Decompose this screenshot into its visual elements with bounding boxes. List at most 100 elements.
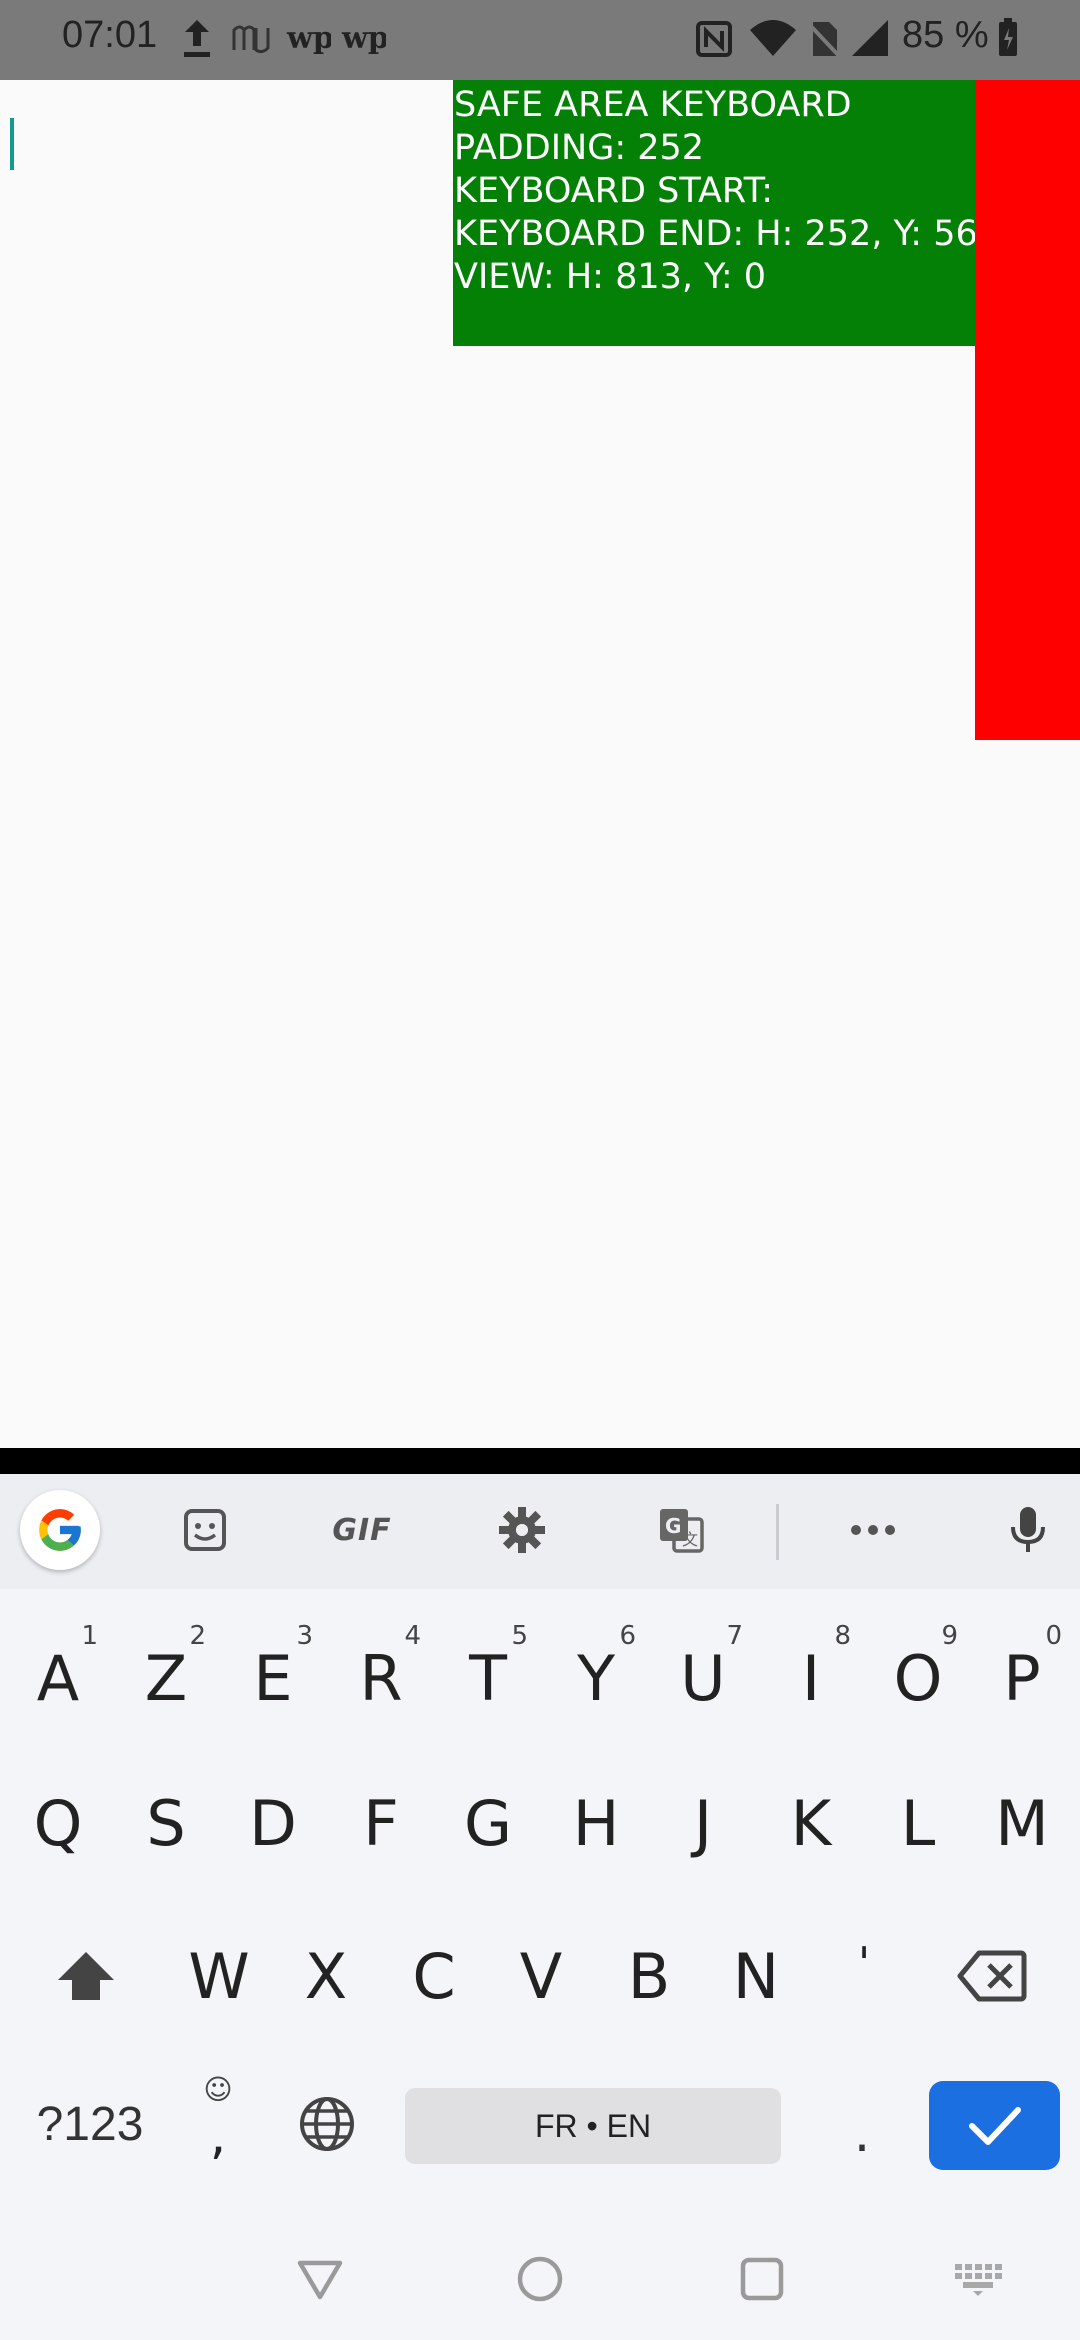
svg-text:wp: wp — [341, 21, 386, 56]
gif-label: GIF — [332, 1512, 392, 1548]
upload-icon — [180, 16, 214, 62]
key-m[interactable]: M — [968, 1764, 1076, 1882]
key-label: F — [363, 1786, 399, 1860]
svg-text:文: 文 — [682, 1530, 698, 1549]
key-label: W — [188, 1939, 250, 2013]
mic-icon[interactable] — [988, 1494, 1068, 1566]
key-t[interactable]: 5T — [434, 1611, 542, 1729]
language-key[interactable] — [272, 2074, 382, 2174]
more-icon[interactable] — [833, 1494, 913, 1566]
backspace-key[interactable] — [936, 1917, 1048, 2035]
status-bar: 07:01 wp wp 85 % — [0, 0, 1080, 80]
key-x[interactable]: X — [272, 1917, 380, 2035]
key-label: ' — [857, 1937, 871, 1989]
google-icon[interactable] — [20, 1490, 100, 1570]
svg-text:G: G — [665, 1514, 681, 1538]
key-hint: 4 — [404, 1621, 421, 1651]
key-label: Z — [144, 1641, 188, 1715]
sticker-icon[interactable] — [165, 1494, 245, 1566]
key-u[interactable]: 7U — [649, 1611, 757, 1729]
globe-icon — [300, 2097, 354, 2151]
key-label: U — [680, 1641, 726, 1715]
key-label: V — [519, 1939, 563, 2013]
symbols-key[interactable]: ?123 — [20, 2074, 160, 2174]
status-time: 07:01 — [62, 14, 158, 56]
recents-icon[interactable] — [727, 2244, 797, 2314]
key-label: N — [732, 1939, 780, 2013]
key-hint: 5 — [511, 1621, 528, 1651]
key-hint: 2 — [189, 1621, 206, 1651]
key-e[interactable]: 3E — [219, 1611, 327, 1729]
key-j[interactable]: J — [649, 1764, 757, 1882]
signal-icon — [850, 16, 890, 62]
key-k[interactable]: K — [757, 1764, 865, 1882]
key-label: M — [995, 1786, 1049, 1860]
key-label: L — [900, 1786, 936, 1860]
key-label: H — [572, 1786, 620, 1860]
key-z[interactable]: 2Z — [112, 1611, 220, 1729]
info-line-view: VIEW: H: 813, Y: 0 — [454, 257, 767, 297]
no-sim-icon — [805, 16, 843, 62]
period-label: . — [853, 2104, 871, 2164]
toolbar-separator — [776, 1504, 779, 1560]
key-b[interactable]: B — [595, 1917, 703, 2035]
battery-percent: 85 % — [902, 14, 989, 56]
key-s[interactable]: S — [112, 1764, 220, 1882]
done-enter-key[interactable] — [929, 2081, 1060, 2170]
key-h[interactable]: H — [542, 1764, 650, 1882]
key-v[interactable]: V — [487, 1917, 595, 2035]
key-g[interactable]: G — [434, 1764, 542, 1882]
key-d[interactable]: D — [219, 1764, 327, 1882]
key-l[interactable]: L — [864, 1764, 972, 1882]
svg-text:wp: wp — [286, 21, 331, 56]
key-y[interactable]: 6Y — [542, 1611, 650, 1729]
red-indicator-block — [975, 80, 1080, 740]
back-icon[interactable] — [285, 2244, 355, 2314]
emoji-comma-key[interactable]: ☺ , — [168, 2067, 268, 2177]
symbols-label: ?123 — [36, 2097, 144, 2151]
space-bar[interactable]: FR • EN — [405, 2088, 781, 2164]
key-label: E — [253, 1641, 293, 1715]
backspace-icon — [957, 1950, 1027, 2002]
key-hint: 6 — [619, 1621, 636, 1651]
key-label: D — [249, 1786, 297, 1860]
key-label: T — [469, 1641, 507, 1715]
key-n[interactable]: N — [702, 1917, 810, 2035]
translate-icon[interactable]: G文 — [641, 1494, 721, 1566]
key-label: B — [627, 1939, 671, 2013]
key-label: X — [304, 1939, 348, 2013]
key-label: R — [359, 1641, 403, 1715]
period-key[interactable]: . — [812, 2074, 912, 2174]
key-a[interactable]: 1A — [4, 1611, 112, 1729]
key-c[interactable]: C — [380, 1917, 488, 2035]
key-label: Q — [33, 1786, 83, 1860]
key-f[interactable]: F — [327, 1764, 435, 1882]
key-p[interactable]: 0P — [968, 1611, 1076, 1729]
key-apostrophe[interactable]: ' — [810, 1904, 918, 2022]
nyt-app-icon — [230, 16, 274, 62]
keyboard-toolbar: GIF G文 — [0, 1474, 1080, 1589]
key-label: G — [463, 1786, 513, 1860]
key-i[interactable]: 8I — [757, 1611, 865, 1729]
keyboard-switch-icon[interactable] — [943, 2244, 1013, 2314]
key-q[interactable]: Q — [4, 1764, 112, 1882]
text-input-cursor[interactable] — [10, 118, 14, 170]
safe-area-info-panel: SAFE AREA KEYBOARD PADDING: 252 KEYBOARD… — [453, 80, 975, 346]
key-o[interactable]: 9O — [864, 1611, 972, 1729]
info-line-safe-area: SAFE AREA KEYBOARD — [454, 85, 852, 125]
key-label: Y — [577, 1641, 615, 1715]
key-r[interactable]: 4R — [327, 1611, 435, 1729]
space-language-label: FR • EN — [534, 2107, 652, 2144]
comma-label: , — [209, 2106, 227, 2166]
checkmark-icon — [968, 2106, 1021, 2145]
navigation-bar — [0, 2212, 1080, 2340]
key-hint: 0 — [1045, 1621, 1062, 1651]
shift-key[interactable] — [30, 1917, 142, 2035]
key-w[interactable]: W — [165, 1917, 273, 2035]
home-icon[interactable] — [505, 2244, 575, 2314]
settings-icon[interactable] — [482, 1494, 562, 1566]
keyboard: GIF G文 1A 2Z 3E 4R 5T 6Y 7U 8I 9O 0P Q S… — [0, 1474, 1080, 2212]
key-hint: 7 — [726, 1621, 743, 1651]
gif-icon[interactable]: GIF — [322, 1494, 402, 1566]
key-hint: 8 — [834, 1621, 851, 1651]
